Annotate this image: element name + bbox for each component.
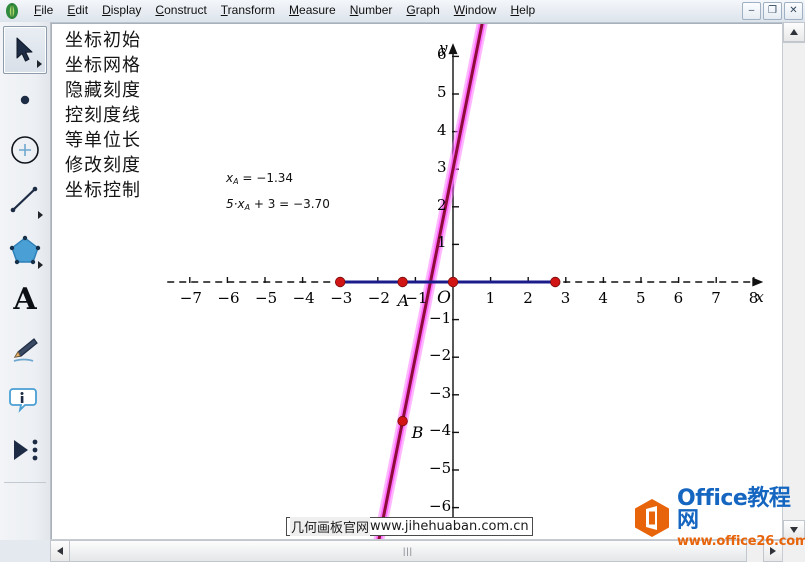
x-tick-label--2: −2 bbox=[367, 289, 390, 307]
menu-measure[interactable]: Measure bbox=[282, 2, 343, 20]
play-icon bbox=[14, 439, 38, 461]
polygon-tool-submenu-arrow[interactable] bbox=[38, 261, 43, 269]
menu-bar: File Edit Display Construct Transform Me… bbox=[0, 0, 805, 23]
menu-number[interactable]: Number bbox=[343, 2, 400, 20]
x-tick-label--5: −5 bbox=[255, 289, 278, 307]
y-tick-label-5: 5 bbox=[437, 83, 447, 101]
straightedge-tool-submenu-arrow[interactable] bbox=[38, 211, 43, 219]
point-tool[interactable] bbox=[3, 76, 47, 124]
menu-construct[interactable]: Construct bbox=[148, 2, 213, 20]
x-tick-label-4: 4 bbox=[598, 289, 608, 307]
menu-edit-rest: dit bbox=[75, 3, 89, 17]
office-hex-icon bbox=[631, 497, 673, 539]
y-tick-label--1: −1 bbox=[429, 308, 452, 327]
information-tool[interactable] bbox=[3, 376, 47, 424]
arrow-tool-submenu-arrow[interactable] bbox=[37, 60, 42, 68]
window-controls: – ❐ ✕ bbox=[742, 2, 803, 20]
office26-text: Office教程网 www.office26.com bbox=[677, 488, 805, 549]
custom-tool[interactable] bbox=[3, 426, 47, 474]
x-tick-label-6: 6 bbox=[673, 289, 684, 307]
horizontal-scrollbar[interactable]: ||| bbox=[50, 539, 783, 562]
scroll-thumb-grip: ||| bbox=[402, 546, 414, 556]
point-icon bbox=[20, 95, 30, 105]
menu-window-rest: indow bbox=[465, 3, 497, 17]
point-label-A: A bbox=[397, 291, 410, 310]
pencil-icon bbox=[13, 338, 38, 362]
close-button[interactable]: ✕ bbox=[784, 2, 803, 20]
watermark-banner: 几何画板官网 www.jihehuaban.com.cn bbox=[286, 517, 533, 536]
y-tick-label--4: −4 bbox=[429, 421, 452, 440]
x-tick-label-5: 5 bbox=[636, 289, 646, 307]
chevron-left-icon bbox=[57, 547, 63, 555]
y-tick-label--3: −3 bbox=[429, 383, 452, 402]
x-tick-label--3: −3 bbox=[330, 289, 353, 307]
compass-tool[interactable] bbox=[3, 126, 47, 174]
horizontal-scroll-thumb[interactable]: ||| bbox=[69, 540, 747, 562]
menu-measure-rest: easure bbox=[299, 3, 336, 17]
origin-label: O bbox=[437, 288, 451, 308]
watermark-url: www.jihehuaban.com.cn bbox=[370, 519, 529, 534]
menu-graph-rest: raph bbox=[415, 3, 440, 17]
menu-help-rest: elp bbox=[519, 3, 536, 17]
arrow-icon bbox=[16, 37, 33, 62]
x-tick-label-2: 2 bbox=[523, 289, 533, 307]
vertical-scroll-thumb[interactable] bbox=[783, 41, 805, 43]
menu-graph[interactable]: Graph bbox=[399, 2, 446, 20]
x-tick-label-1: 1 bbox=[485, 289, 496, 307]
x-axis-label: x bbox=[755, 288, 764, 306]
circle-icon bbox=[11, 136, 39, 164]
arrow-tool[interactable] bbox=[3, 26, 47, 74]
x-tick-label--4: −4 bbox=[292, 289, 315, 307]
x-tick-label-3: 3 bbox=[560, 289, 571, 307]
text-tool[interactable]: A bbox=[3, 276, 47, 324]
y-tick-label--2: −2 bbox=[429, 346, 452, 365]
y-tick-label-2: 2 bbox=[437, 195, 447, 214]
menu-construct-rest: onstruct bbox=[164, 3, 207, 17]
menu-file[interactable]: File bbox=[27, 2, 60, 20]
straightedge-tool[interactable] bbox=[3, 176, 47, 224]
sketch-canvas[interactable]: 坐标初始 坐标网格 隐藏刻度 控刻度线 等单位长 修改刻度 坐标控制 xA = … bbox=[51, 23, 784, 542]
menu-file-rest: ile bbox=[41, 3, 54, 17]
chevron-up-icon bbox=[790, 29, 798, 35]
vertical-scrollbar[interactable] bbox=[782, 22, 805, 540]
x-tick-label-7: 7 bbox=[711, 289, 721, 307]
scroll-up-button[interactable] bbox=[783, 22, 805, 42]
y-tick-label-3: 3 bbox=[437, 158, 447, 177]
x-tick-label--6: −6 bbox=[217, 289, 240, 307]
info-icon bbox=[9, 388, 37, 413]
y-tick-label--5: −5 bbox=[429, 459, 452, 477]
letter-a-icon: A bbox=[13, 282, 37, 317]
office26-title: Office教程网 bbox=[677, 488, 805, 532]
menu-window[interactable]: Window bbox=[447, 2, 504, 20]
office26-logo: Office教程网 www.office26.com bbox=[631, 488, 805, 548]
menu-display[interactable]: Display bbox=[95, 2, 148, 20]
menu-transform-rest: ransform bbox=[227, 3, 276, 17]
menu-edit[interactable]: Edit bbox=[60, 2, 95, 20]
toolbox-divider bbox=[4, 482, 46, 483]
y-tick-label-1: 1 bbox=[437, 233, 447, 252]
sketchpad-window: File Edit Display Construct Transform Me… bbox=[0, 0, 805, 562]
watermark-cn: 几何画板官网 bbox=[290, 517, 371, 536]
coordinate-plot[interactable] bbox=[52, 24, 783, 541]
x-tick-label--7: −7 bbox=[179, 289, 202, 307]
menu-transform[interactable]: Transform bbox=[214, 2, 282, 20]
line-icon bbox=[10, 186, 38, 213]
y-axis-label: y bbox=[439, 39, 448, 58]
marker-tool[interactable] bbox=[3, 326, 47, 374]
sketchpad-icon bbox=[3, 2, 23, 20]
y-tick-label--6: −6 bbox=[429, 496, 452, 515]
menu-display-rest: isplay bbox=[110, 3, 142, 17]
menu-number-rest: umber bbox=[358, 3, 393, 17]
point-label-B: B bbox=[411, 423, 424, 443]
y-tick-label-4: 4 bbox=[437, 120, 447, 139]
restore-button[interactable]: ❐ bbox=[763, 2, 782, 20]
pentagon-icon bbox=[9, 235, 41, 265]
polygon-tool[interactable] bbox=[3, 226, 47, 274]
minimize-button[interactable]: – bbox=[742, 2, 761, 20]
toolbox: A bbox=[0, 22, 51, 540]
menu-help[interactable]: Help bbox=[503, 2, 542, 20]
office26-url: www.office26.com bbox=[677, 534, 805, 549]
scroll-left-button[interactable] bbox=[50, 540, 70, 562]
